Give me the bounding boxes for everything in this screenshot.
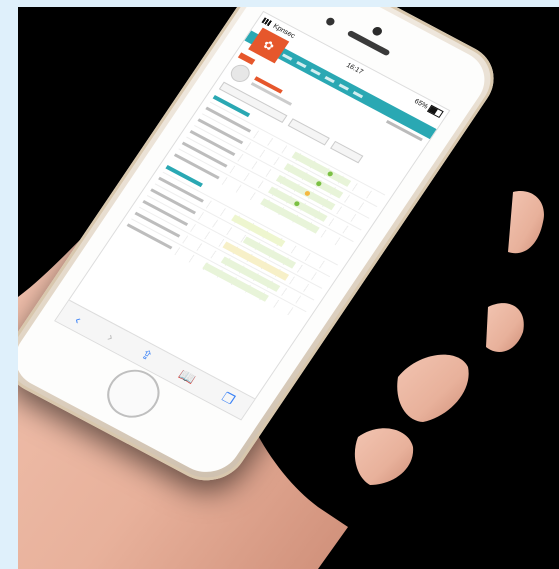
earpiece-speaker xyxy=(346,29,391,57)
chevron-right-icon[interactable]: › xyxy=(105,329,117,344)
nav-item[interactable] xyxy=(324,75,336,83)
photo-scene: Kpnsec 16:17 65% ✿ ‹ › ⇪ 📖 ❐ xyxy=(18,7,559,569)
stage: Kpnsec 16:17 65% ✿ ‹ › ⇪ 📖 ❐ xyxy=(0,0,559,569)
nav-item[interactable] xyxy=(282,53,293,61)
nav-item[interactable] xyxy=(310,68,322,76)
nav-item[interactable] xyxy=(296,60,307,68)
chevron-left-icon[interactable]: ‹ xyxy=(72,312,84,327)
proximity-sensor xyxy=(324,16,337,27)
signal-icon xyxy=(261,17,274,28)
book-icon[interactable]: 📖 xyxy=(176,367,199,388)
nav-item[interactable] xyxy=(352,90,364,98)
share-icon[interactable]: ⇪ xyxy=(137,346,156,364)
front-camera xyxy=(370,25,384,38)
nav-item[interactable] xyxy=(338,83,350,91)
tabs-icon[interactable]: ❐ xyxy=(218,389,238,408)
